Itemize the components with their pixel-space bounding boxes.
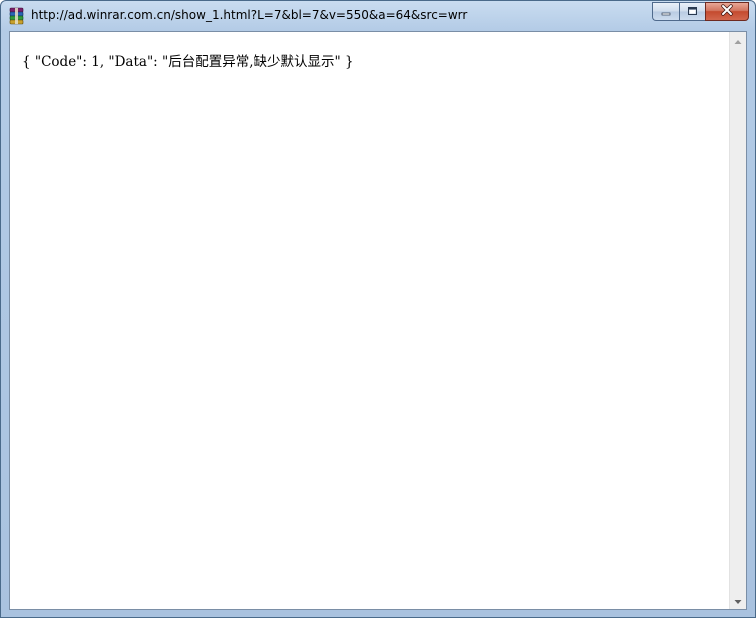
scroll-down-arrow-icon [734, 592, 742, 610]
maximize-button[interactable] [679, 2, 705, 21]
minimize-button[interactable] [652, 2, 679, 21]
scroll-down-button[interactable] [730, 592, 746, 609]
scroll-track[interactable] [730, 49, 746, 592]
close-icon [720, 3, 734, 21]
page-viewport: { "Code": 1, "Data": "后台配置异常,缺少默认显示" } [9, 31, 747, 610]
title-bar[interactable]: http://ad.winrar.com.cn/show_1.html?L=7&… [1, 1, 755, 31]
page-content: { "Code": 1, "Data": "后台配置异常,缺少默认显示" } [10, 32, 729, 609]
minimize-icon [661, 3, 671, 21]
scroll-up-button[interactable] [730, 32, 746, 49]
caption-buttons [652, 2, 749, 21]
close-button[interactable] [705, 2, 749, 21]
window-title: http://ad.winrar.com.cn/show_1.html?L=7&… [31, 8, 468, 22]
scroll-up-arrow-icon [734, 32, 742, 50]
winrar-icon[interactable] [8, 7, 26, 25]
json-response-text: { "Code": 1, "Data": "后台配置异常,缺少默认显示" } [22, 54, 354, 70]
vertical-scrollbar[interactable] [729, 32, 746, 609]
browser-popup-window: http://ad.winrar.com.cn/show_1.html?L=7&… [0, 0, 756, 618]
maximize-icon [687, 3, 698, 21]
